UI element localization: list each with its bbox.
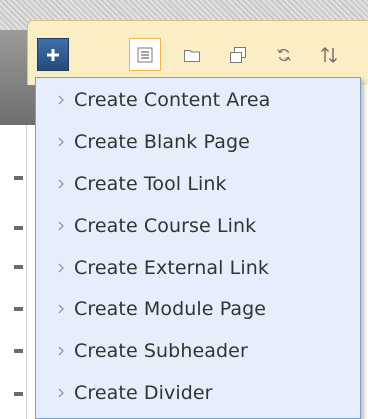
chevron-right-icon xyxy=(58,388,64,398)
open-in-window-button[interactable] xyxy=(222,38,254,71)
menu-item-create-blank-page[interactable]: Create Blank Page xyxy=(36,122,360,162)
refresh-button[interactable] xyxy=(268,38,300,71)
menu-item-create-tool-link[interactable]: Create Tool Link xyxy=(36,164,360,204)
course-menu-drag-handle[interactable] xyxy=(14,176,23,180)
folder-icon xyxy=(184,49,200,62)
chevron-right-icon xyxy=(58,137,64,147)
outline-icon xyxy=(137,47,153,62)
sort-icon xyxy=(321,46,337,63)
course-menu-drag-handle[interactable] xyxy=(14,392,23,396)
menu-item-create-divider[interactable]: Create Divider xyxy=(36,373,360,413)
course-menu-drag-handle[interactable] xyxy=(14,265,23,269)
folder-view-button[interactable] xyxy=(176,38,208,71)
menu-item-label: Create Course Link xyxy=(74,215,257,237)
chevron-right-icon xyxy=(58,221,64,231)
menu-item-label: Create Module Page xyxy=(74,298,267,320)
reorder-button[interactable] xyxy=(313,38,345,71)
course-menu-drag-handle[interactable] xyxy=(14,307,23,311)
chevron-right-icon xyxy=(58,304,64,314)
menu-item-label: Create Content Area xyxy=(74,89,271,111)
menu-item-label: Create Tool Link xyxy=(74,173,227,195)
menu-item-label: Create Blank Page xyxy=(74,131,250,153)
menu-item-label: Create External Link xyxy=(74,257,269,279)
course-menu-drag-handle[interactable] xyxy=(14,226,23,230)
add-menu-item-dropdown: Create Content Area Create Blank Page Cr… xyxy=(35,77,361,419)
menu-item-create-subheader[interactable]: Create Subheader xyxy=(36,331,360,371)
menu-item-label: Create Divider xyxy=(74,382,213,404)
outline-view-button[interactable] xyxy=(129,38,161,71)
chevron-right-icon xyxy=(58,346,64,356)
menu-item-create-content-area[interactable]: Create Content Area xyxy=(36,80,360,120)
course-menu-divider xyxy=(26,125,27,419)
window-icon xyxy=(230,46,246,63)
menu-item-create-external-link[interactable]: Create External Link xyxy=(36,248,360,288)
chevron-right-icon xyxy=(58,179,64,189)
menu-item-label: Create Subheader xyxy=(74,340,248,362)
refresh-icon xyxy=(277,48,291,61)
menu-item-create-course-link[interactable]: Create Course Link xyxy=(36,206,360,246)
chevron-right-icon xyxy=(58,263,64,273)
add-menu-item-button[interactable] xyxy=(37,38,69,71)
chevron-right-icon xyxy=(58,95,64,105)
course-menu-drag-handle[interactable] xyxy=(14,349,23,353)
plus-icon xyxy=(47,48,59,61)
menu-item-create-module-page[interactable]: Create Module Page xyxy=(36,289,360,329)
